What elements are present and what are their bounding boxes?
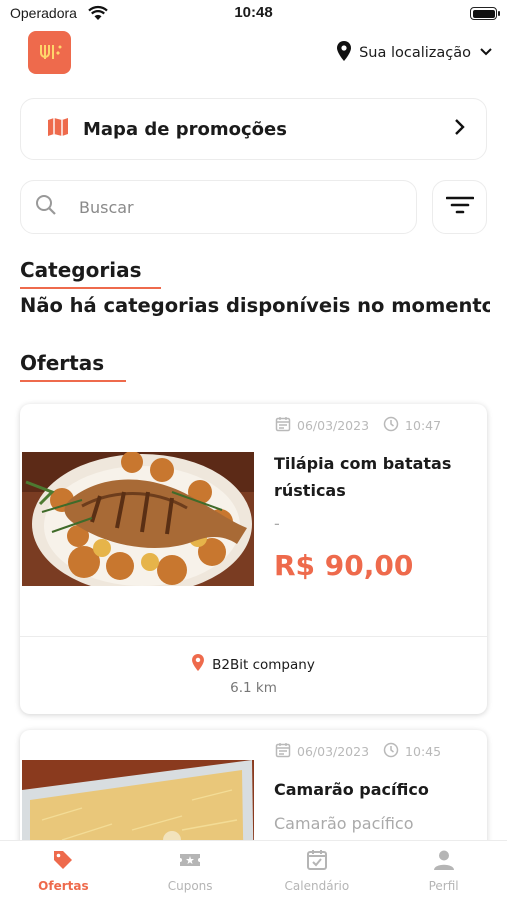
map-icon: [47, 117, 69, 141]
offer-subtitle: Camarão pacífico: [274, 814, 414, 833]
offer-date: 06/03/2023: [297, 418, 370, 433]
clock-icon: [383, 742, 399, 761]
tab-bar: Ofertas Cupons Calendário Perfil: [0, 840, 507, 900]
offer-card[interactable]: 06/03/2023 10:47 Tilápia com batatas rús…: [20, 404, 487, 714]
location-label: Sua localização: [359, 45, 471, 61]
calendar-check-icon: [306, 849, 328, 874]
company-name: B2Bit company: [212, 656, 315, 673]
categories-empty-message: Não há categorias disponíveis no momento: [20, 294, 490, 317]
tab-label: Calendário: [284, 879, 350, 893]
offer-name: Camarão pacífico: [274, 780, 429, 799]
tab-label: Ofertas: [38, 879, 89, 893]
tab-calendario[interactable]: Calendário: [254, 841, 381, 900]
app-logo: [28, 31, 71, 74]
search-box: [20, 180, 417, 234]
offer-company: B2Bit company: [20, 654, 487, 675]
offer-image: [22, 452, 254, 586]
clock: 10:48: [234, 4, 273, 21]
ticket-icon: [179, 849, 201, 874]
offers-title: Ofertas: [20, 351, 105, 375]
location-pin-icon: [192, 654, 205, 675]
search-input[interactable]: [79, 197, 359, 217]
tab-perfil[interactable]: Perfil: [380, 841, 507, 900]
offer-distance: 6.1 km: [230, 680, 277, 696]
header: Sua localização: [0, 31, 507, 75]
status-bar: Operadora 10:48: [0, 0, 507, 30]
promo-map-title: Mapa de promoções: [83, 118, 287, 140]
offer-date: 06/03/2023: [297, 744, 370, 759]
tab-label: Cupons: [167, 879, 213, 893]
offer-subtitle: -: [274, 514, 280, 533]
offer-divider: [20, 636, 487, 637]
battery-icon: [470, 7, 500, 20]
offer-time: 10:47: [405, 418, 442, 433]
calendar-icon: [275, 742, 291, 761]
clock-icon: [383, 416, 399, 435]
location-pin-icon: [337, 41, 352, 65]
offer-name: Tilápia com batatas rústicas: [274, 454, 452, 500]
search-icon: [35, 194, 57, 220]
calendar-icon: [275, 416, 291, 435]
offers-underline: [20, 380, 126, 382]
offer-time: 10:45: [405, 744, 442, 759]
tab-ofertas[interactable]: Ofertas: [0, 841, 127, 900]
categories-underline: [20, 287, 161, 289]
chevron-down-icon: [479, 45, 493, 61]
categories-title: Categorias: [20, 258, 142, 282]
offer-price: R$ 90,00: [274, 549, 414, 582]
promo-map-button[interactable]: Mapa de promoções: [20, 98, 487, 160]
offer-meta: 06/03/2023 10:47: [275, 416, 441, 435]
tag-icon: [52, 849, 74, 874]
tab-label: Perfil: [428, 879, 459, 893]
chevron-right-icon: [454, 118, 466, 140]
location-selector[interactable]: Sua localização: [337, 41, 493, 65]
user-icon: [433, 849, 455, 874]
filter-icon: [445, 195, 474, 219]
offer-meta: 06/03/2023 10:45: [275, 742, 441, 761]
filter-button[interactable]: [432, 180, 487, 234]
tab-cupons[interactable]: Cupons: [127, 841, 254, 900]
